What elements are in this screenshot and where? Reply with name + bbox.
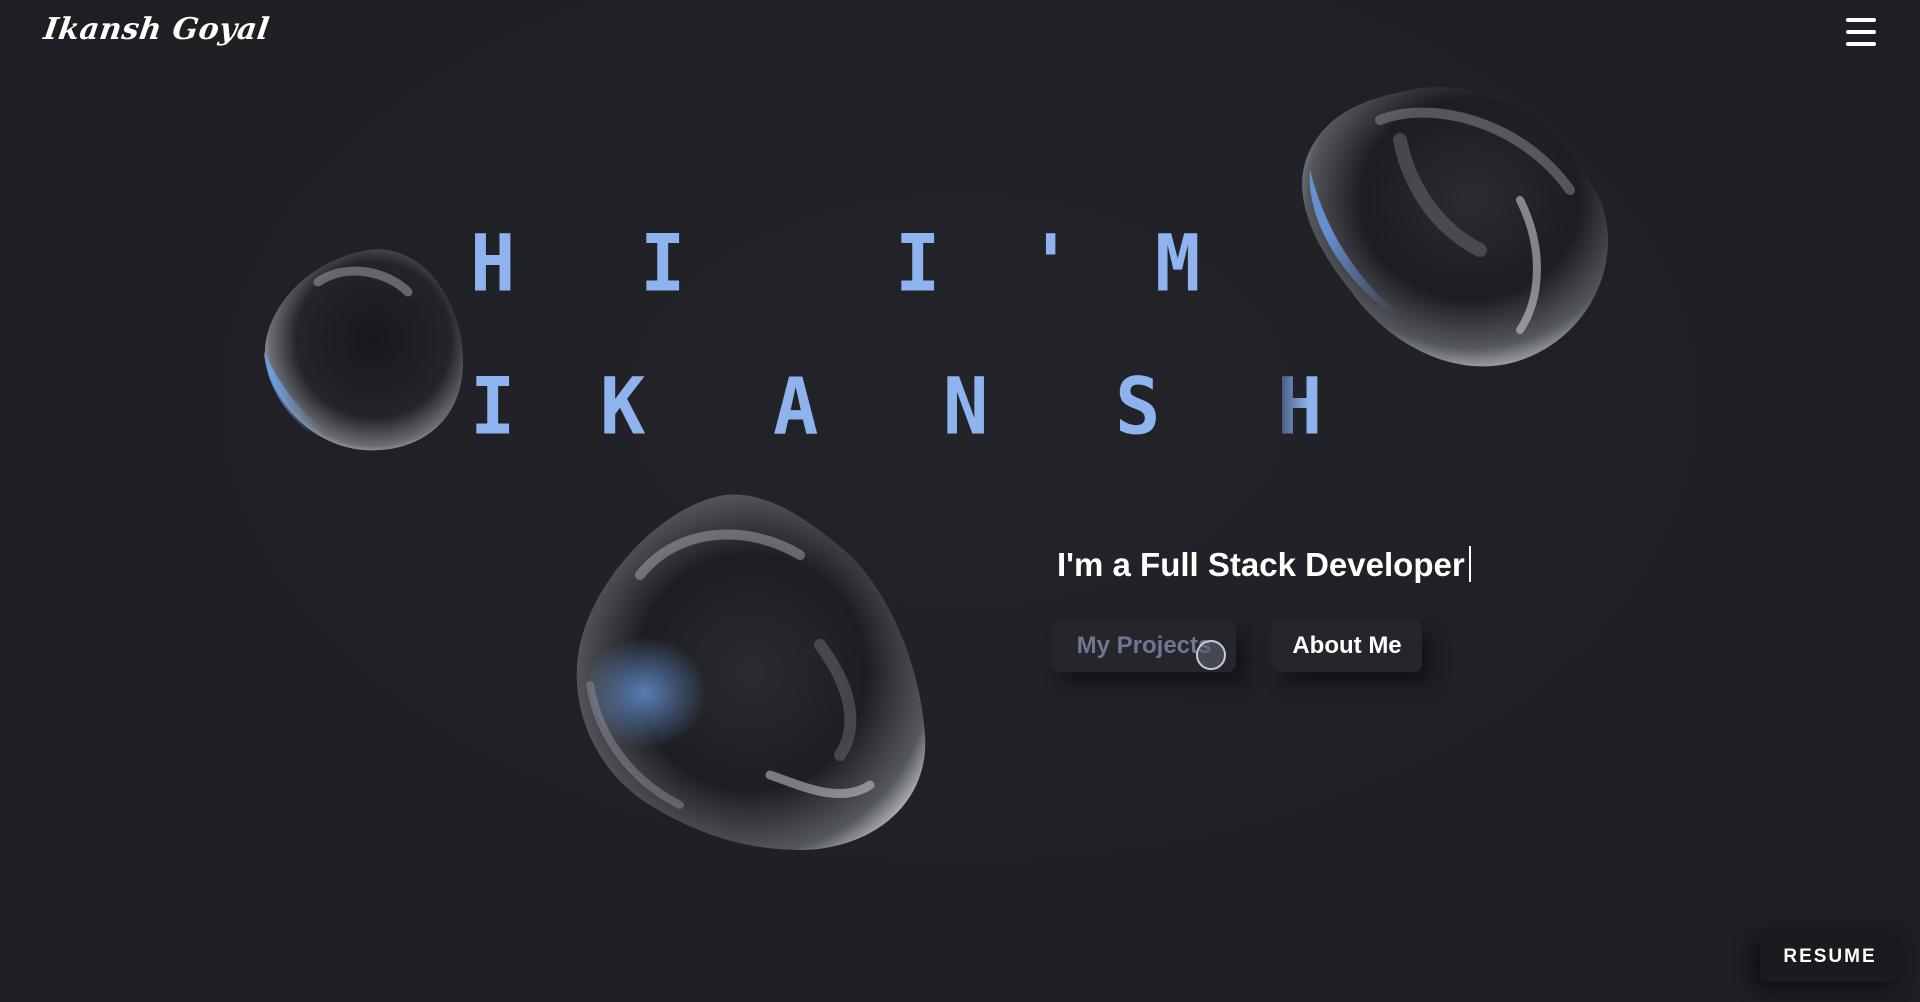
hero-letter: A: [773, 361, 819, 453]
logo[interactable]: Ikansh Goyal: [42, 12, 272, 47]
hero-letter: H: [1277, 361, 1323, 453]
hero-letter: M: [1155, 218, 1201, 310]
tagline: I'm a Full Stack Developer: [1057, 546, 1471, 584]
hero-letter: I: [895, 218, 941, 310]
hero-letter: N: [943, 361, 989, 453]
hero-letter: H: [470, 218, 516, 310]
hero-letter: I: [470, 361, 516, 453]
about-me-button[interactable]: About Me: [1272, 620, 1422, 672]
hamburger-menu-icon[interactable]: [1846, 18, 1876, 46]
blob-center: [576, 494, 926, 850]
hero-letter: K: [600, 361, 646, 453]
page: Ikansh Goyal H I I ' M I K A N S H I'm a…: [0, 0, 1920, 1002]
custom-cursor: [1196, 640, 1226, 670]
menu-bar: [1846, 18, 1876, 22]
tagline-text: I'm a Full Stack Developer: [1057, 546, 1465, 583]
hero-letter: I: [640, 218, 686, 310]
menu-bar: [1846, 42, 1876, 46]
typing-caret: [1468, 546, 1471, 582]
resume-button[interactable]: RESUME: [1760, 932, 1900, 982]
hero-letter: ': [1028, 218, 1074, 310]
hero-heading-line-1: H I I ' M: [0, 225, 1920, 325]
hero-letter: S: [1115, 361, 1161, 453]
hero-heading-line-2: I K A N S H: [0, 368, 1920, 468]
menu-bar: [1846, 30, 1876, 34]
